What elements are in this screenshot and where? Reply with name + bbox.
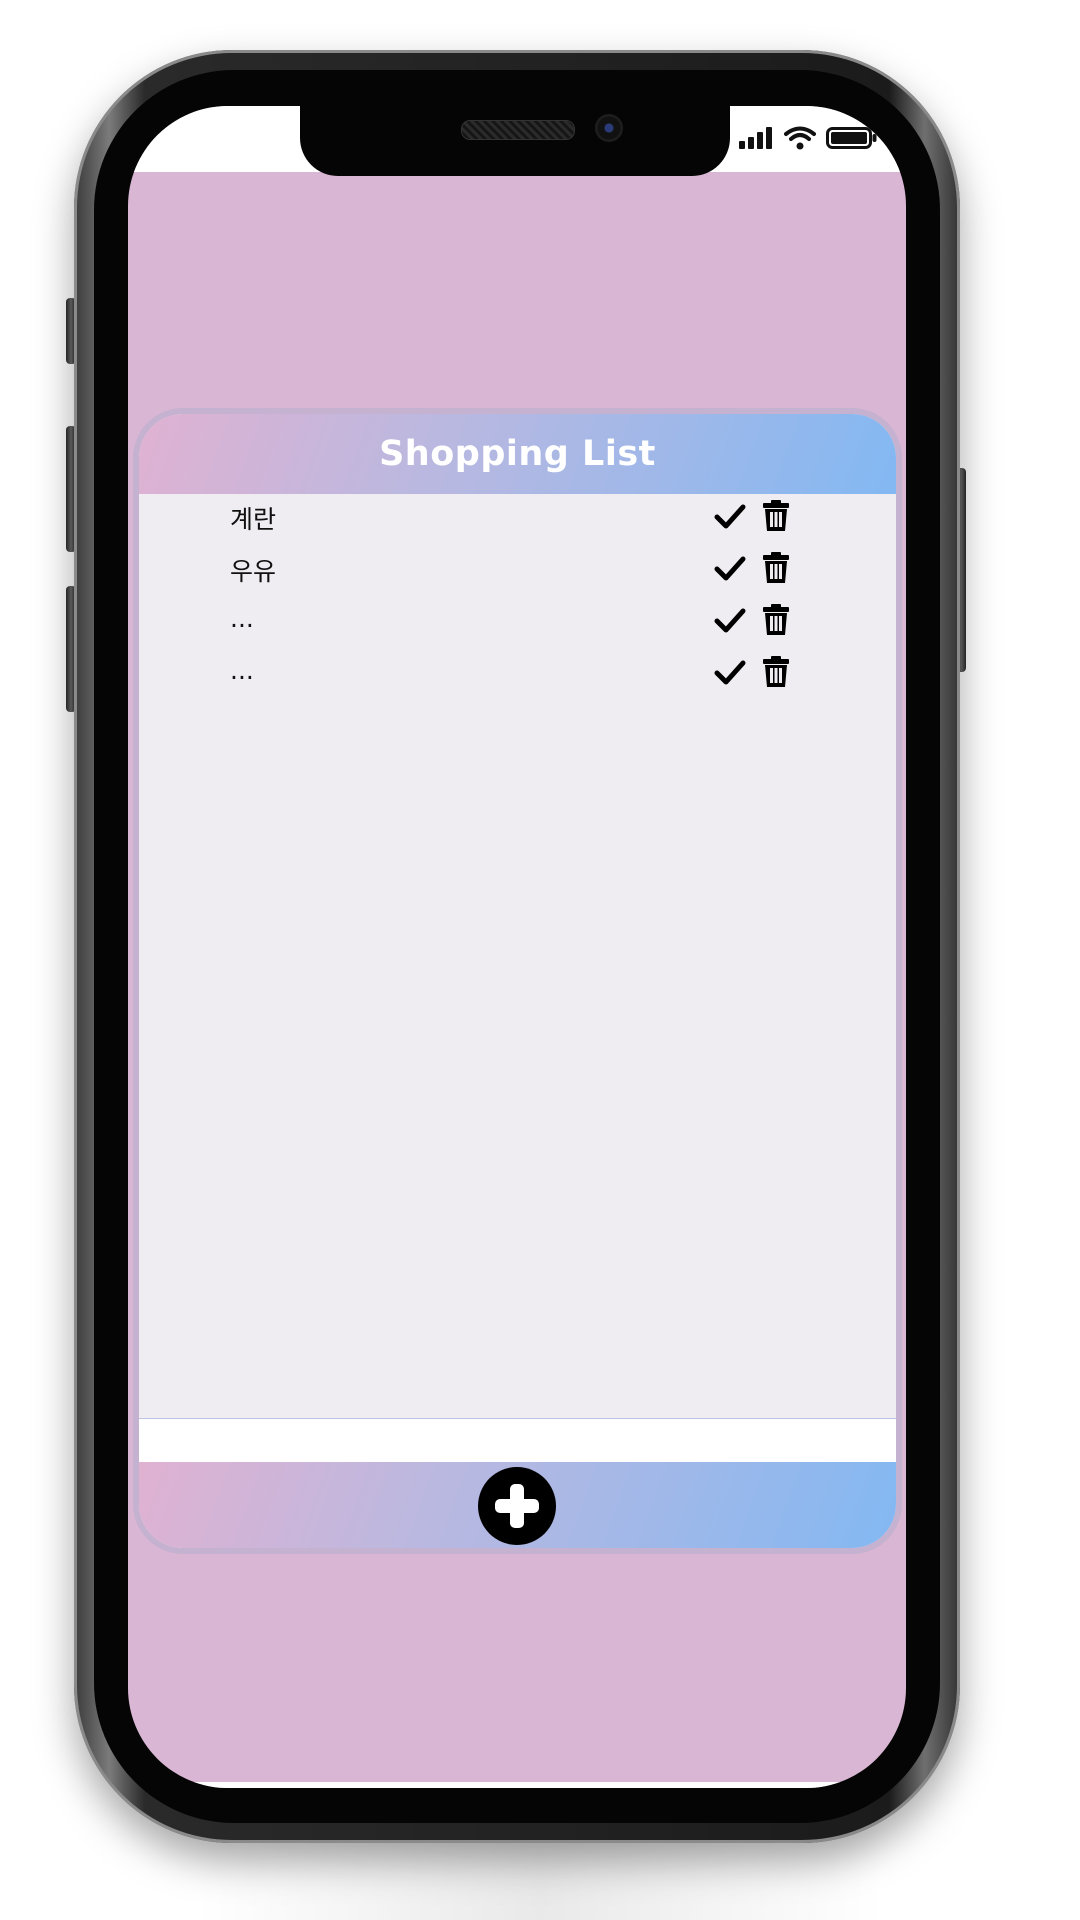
phone-screen: Shopping List 계란 우유 ... ... xyxy=(128,106,906,1788)
trash-icon[interactable] xyxy=(760,500,792,532)
trash-icon[interactable] xyxy=(760,656,792,688)
notch xyxy=(300,106,730,176)
trash-icon[interactable] xyxy=(760,604,792,636)
item-actions xyxy=(714,552,792,584)
item-label: 우유 xyxy=(230,557,277,586)
earpiece-speaker xyxy=(461,120,575,140)
wifi-icon xyxy=(784,126,816,154)
status-icons xyxy=(738,126,878,154)
check-icon[interactable] xyxy=(714,500,746,532)
list-item: 계란 xyxy=(139,494,896,546)
home-indicator-strip xyxy=(128,1782,906,1788)
device-mockup: Shopping List 계란 우유 ... ... xyxy=(0,0,1080,1920)
signal-icon xyxy=(738,126,774,154)
front-camera xyxy=(595,114,623,142)
item-actions xyxy=(714,500,792,532)
list-item: ... xyxy=(139,598,896,650)
app-header: Shopping List xyxy=(139,414,896,494)
trash-icon[interactable] xyxy=(760,552,792,584)
item-actions xyxy=(714,604,792,636)
item-label: ... xyxy=(230,604,254,633)
item-label: 계란 xyxy=(230,505,277,534)
new-item-input[interactable] xyxy=(139,1419,896,1462)
shopping-list-app: Shopping List 계란 우유 ... ... xyxy=(139,414,896,1548)
check-icon[interactable] xyxy=(714,604,746,636)
app-footer xyxy=(139,1462,896,1548)
new-item-row xyxy=(139,1418,896,1462)
item-label: ... xyxy=(230,656,254,685)
shopping-list: 계란 우유 ... ... xyxy=(139,494,896,702)
battery-icon xyxy=(826,126,878,154)
item-actions xyxy=(714,656,792,688)
check-icon[interactable] xyxy=(714,552,746,584)
add-item-button[interactable] xyxy=(478,1467,556,1545)
list-item: ... xyxy=(139,650,896,702)
app-title: Shopping List xyxy=(379,434,656,474)
check-icon[interactable] xyxy=(714,656,746,688)
list-item: 우유 xyxy=(139,546,896,598)
